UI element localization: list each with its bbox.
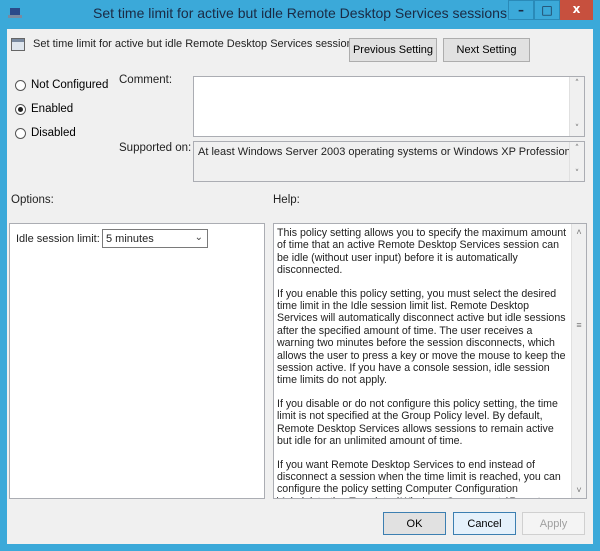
chevron-down-icon: ⌄ xyxy=(194,232,203,243)
radio-label: Not Configured xyxy=(31,79,109,91)
scrollbar[interactable]: ˄ ˅ xyxy=(569,77,584,136)
radio-label: Disabled xyxy=(31,127,76,139)
comment-label: Comment: xyxy=(119,74,173,86)
comment-textarea[interactable]: ˄ ˅ xyxy=(193,76,585,137)
previous-setting-button[interactable]: Previous Setting xyxy=(349,38,437,62)
radio-disabled[interactable]: Disabled xyxy=(15,127,76,139)
radio-circle xyxy=(15,127,26,139)
radio-not-configured[interactable]: Not Configured xyxy=(15,79,108,91)
help-paragraph: If you want Remote Desktop Services to e… xyxy=(277,458,561,499)
help-label: Help: xyxy=(273,194,300,206)
dialog-body: Set time limit for active but idle Remot… xyxy=(7,29,593,544)
radio-label: Enabled xyxy=(31,103,74,115)
options-label: Options: xyxy=(11,194,54,206)
help-paragraph: If you enable this policy setting, you m… xyxy=(277,287,566,387)
supported-on-value: At least Windows Server 2003 operating s… xyxy=(198,146,580,158)
maximize-button[interactable]: □ xyxy=(534,0,560,20)
dialog-window: Set time limit for active but idle Remot… xyxy=(0,0,600,551)
radio-enabled[interactable]: Enabled xyxy=(15,103,73,115)
radio-circle xyxy=(15,103,26,115)
policy-icon xyxy=(11,38,25,51)
ok-button[interactable]: OK xyxy=(383,512,446,535)
cancel-button[interactable]: Cancel xyxy=(453,512,516,535)
apply-button[interactable]: Apply xyxy=(522,512,585,535)
select-value: 5 minutes xyxy=(106,233,154,245)
radio-circle xyxy=(15,79,26,91)
help-paragraph: If you disable or do not configure this … xyxy=(277,397,558,448)
next-setting-button[interactable]: Next Setting xyxy=(443,38,530,62)
supported-on-label: Supported on: xyxy=(119,142,192,154)
minimize-button[interactable]: – xyxy=(508,0,534,20)
title-bar[interactable]: Set time limit for active but idle Remot… xyxy=(0,0,600,29)
idle-session-limit-select[interactable]: 5 minutes ⌄ xyxy=(102,229,208,248)
policy-name: Set time limit for active but idle Remot… xyxy=(33,38,359,50)
scrollbar[interactable]: ˄ ˅ xyxy=(569,142,584,181)
help-paragraph: This policy setting allows you to specif… xyxy=(277,227,567,277)
supported-on-box: At least Windows Server 2003 operating s… xyxy=(193,141,585,182)
help-text-box[interactable]: This policy setting allows you to specif… xyxy=(273,223,587,499)
help-scrollbar[interactable]: ˄ ≡ ˅ xyxy=(571,224,586,498)
close-button[interactable]: x xyxy=(560,0,593,20)
idle-session-limit-label: Idle session limit: xyxy=(16,233,100,245)
options-panel: Idle session limit: 5 minutes ⌄ xyxy=(9,223,265,499)
